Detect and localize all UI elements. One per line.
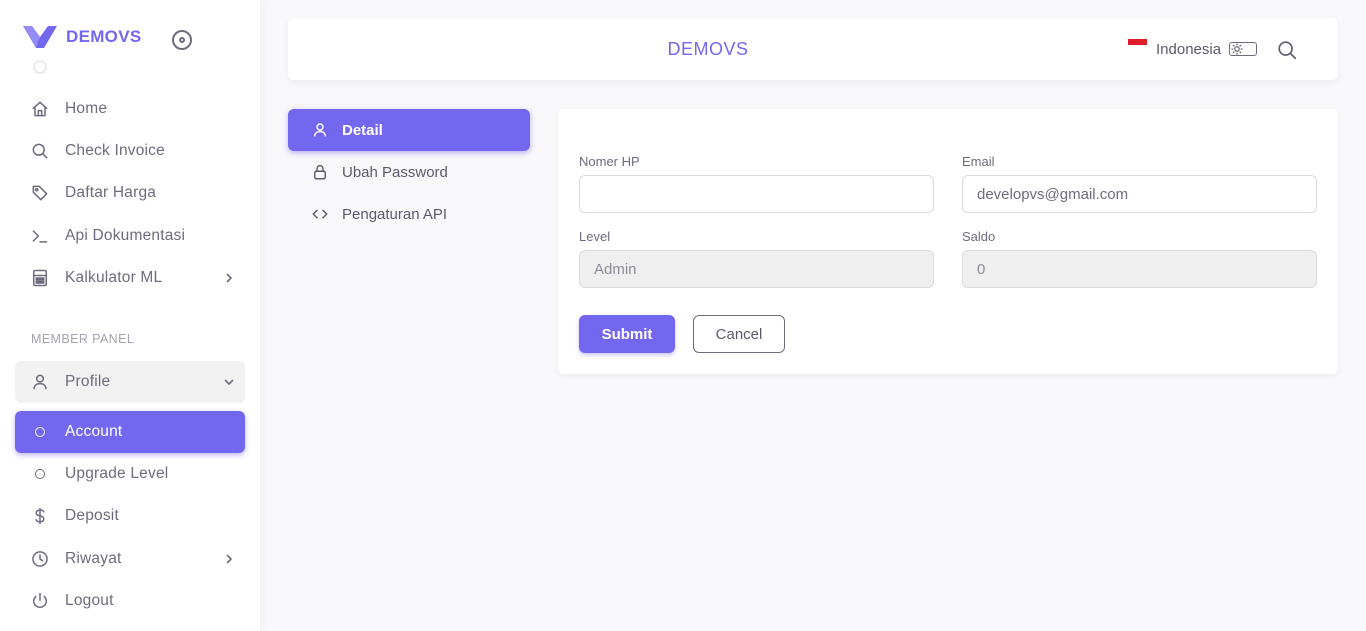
sidebar: DEMOVS Home Check Invoice Daftar Harga A… [0, 0, 260, 631]
tab-detail[interactable]: Detail [288, 109, 530, 151]
account-detail-card: Nomer HP Email Level Saldo Submit Cancel [558, 109, 1338, 374]
saldo-label: Saldo [962, 229, 996, 244]
sidebar-item-label: Api Dokumentasi [65, 227, 186, 244]
top-navbar: DEMOVS Indonesia [288, 18, 1338, 80]
brand[interactable]: DEMOVS [22, 22, 141, 52]
sidebar-item-label: Profile [65, 373, 111, 390]
sidebar-item-label: Riwayat [65, 550, 122, 567]
sidebar-item-profile[interactable]: Profile [15, 361, 245, 403]
sidebar-item-upgrade-level[interactable]: Upgrade Level [15, 453, 245, 495]
lock-icon [310, 162, 330, 182]
language-switcher[interactable]: Indonesia [1128, 38, 1258, 59]
phone-label: Nomer HP [579, 154, 640, 169]
indonesia-flag-icon [1128, 38, 1147, 52]
sidebar-item-daftar-harga[interactable]: Daftar Harga [15, 172, 245, 214]
home-icon [29, 98, 51, 120]
language-label: Indonesia [1156, 40, 1222, 58]
chevron-right-icon [221, 551, 237, 567]
saldo-field-group: Saldo [962, 229, 1317, 288]
tab-label: Detail [342, 121, 383, 139]
chevron-right-icon [221, 270, 237, 286]
theme-toggle[interactable] [1229, 42, 1258, 56]
circle-icon [29, 421, 51, 443]
dollar-icon [29, 505, 51, 527]
user-icon [310, 120, 330, 140]
calculator-icon [29, 267, 51, 289]
sidebar-item-label: Kalkulator ML [65, 269, 163, 286]
power-icon [29, 590, 51, 612]
sidebar-item-label: Logout [65, 592, 114, 609]
code-icon [310, 204, 330, 224]
sidebar-item-deposit[interactable]: Deposit [15, 495, 245, 537]
cancel-button[interactable]: Cancel [693, 315, 785, 353]
sidebar-item-account[interactable]: Account [15, 411, 245, 453]
tag-icon [29, 182, 51, 204]
sun-icon [1231, 43, 1243, 55]
saldo-input [962, 250, 1317, 288]
sidebar-item-label: Check Invoice [65, 142, 165, 159]
search-icon [29, 140, 51, 162]
level-label: Level [579, 229, 611, 244]
phone-input[interactable] [579, 175, 934, 213]
sidebar-item-check-invoice[interactable]: Check Invoice [15, 130, 245, 172]
navbar-title: DEMOVS [667, 38, 749, 59]
sidebar-item-label: Account [65, 423, 123, 440]
email-label: Email [962, 154, 995, 169]
email-input[interactable] [962, 175, 1317, 213]
phone-field-group: Nomer HP [579, 154, 934, 213]
scrolled-menu-item [31, 58, 211, 74]
level-input [579, 250, 934, 288]
sidebar-collapse-toggle-icon[interactable] [172, 30, 192, 50]
account-tabs: Detail Ubah Password Pengaturan API [288, 109, 530, 235]
sidebar-item-label: Deposit [65, 507, 119, 524]
search-icon[interactable] [1276, 39, 1298, 61]
brand-logo-icon [23, 26, 57, 48]
chevron-down-icon [221, 374, 237, 390]
terminal-icon [29, 225, 51, 247]
level-field-group: Level [579, 229, 934, 288]
sidebar-item-api-dokumentasi[interactable]: Api Dokumentasi [15, 215, 245, 257]
user-icon [29, 371, 51, 393]
sidebar-item-riwayat[interactable]: Riwayat [15, 538, 245, 580]
sidebar-item-home[interactable]: Home [15, 88, 245, 130]
sidebar-item-label: Home [65, 100, 108, 117]
tab-label: Ubah Password [342, 163, 448, 181]
tab-label: Pengaturan API [342, 205, 448, 223]
submit-button[interactable]: Submit [579, 315, 675, 353]
sidebar-item-label: Upgrade Level [65, 465, 169, 482]
clock-icon [29, 548, 51, 570]
sidebar-item-label: Daftar Harga [65, 184, 157, 201]
sidebar-item-logout[interactable]: Logout [15, 580, 245, 622]
brand-name: DEMOVS [66, 27, 142, 46]
sidebar-item-kalkulator-ml[interactable]: Kalkulator ML [15, 257, 245, 299]
circle-icon [29, 463, 51, 485]
email-field-group: Email [962, 154, 1317, 213]
section-header-member-panel: MEMBER PANEL [31, 332, 135, 346]
tab-ubah-password[interactable]: Ubah Password [288, 151, 530, 193]
tab-pengaturan-api[interactable]: Pengaturan API [288, 193, 530, 235]
